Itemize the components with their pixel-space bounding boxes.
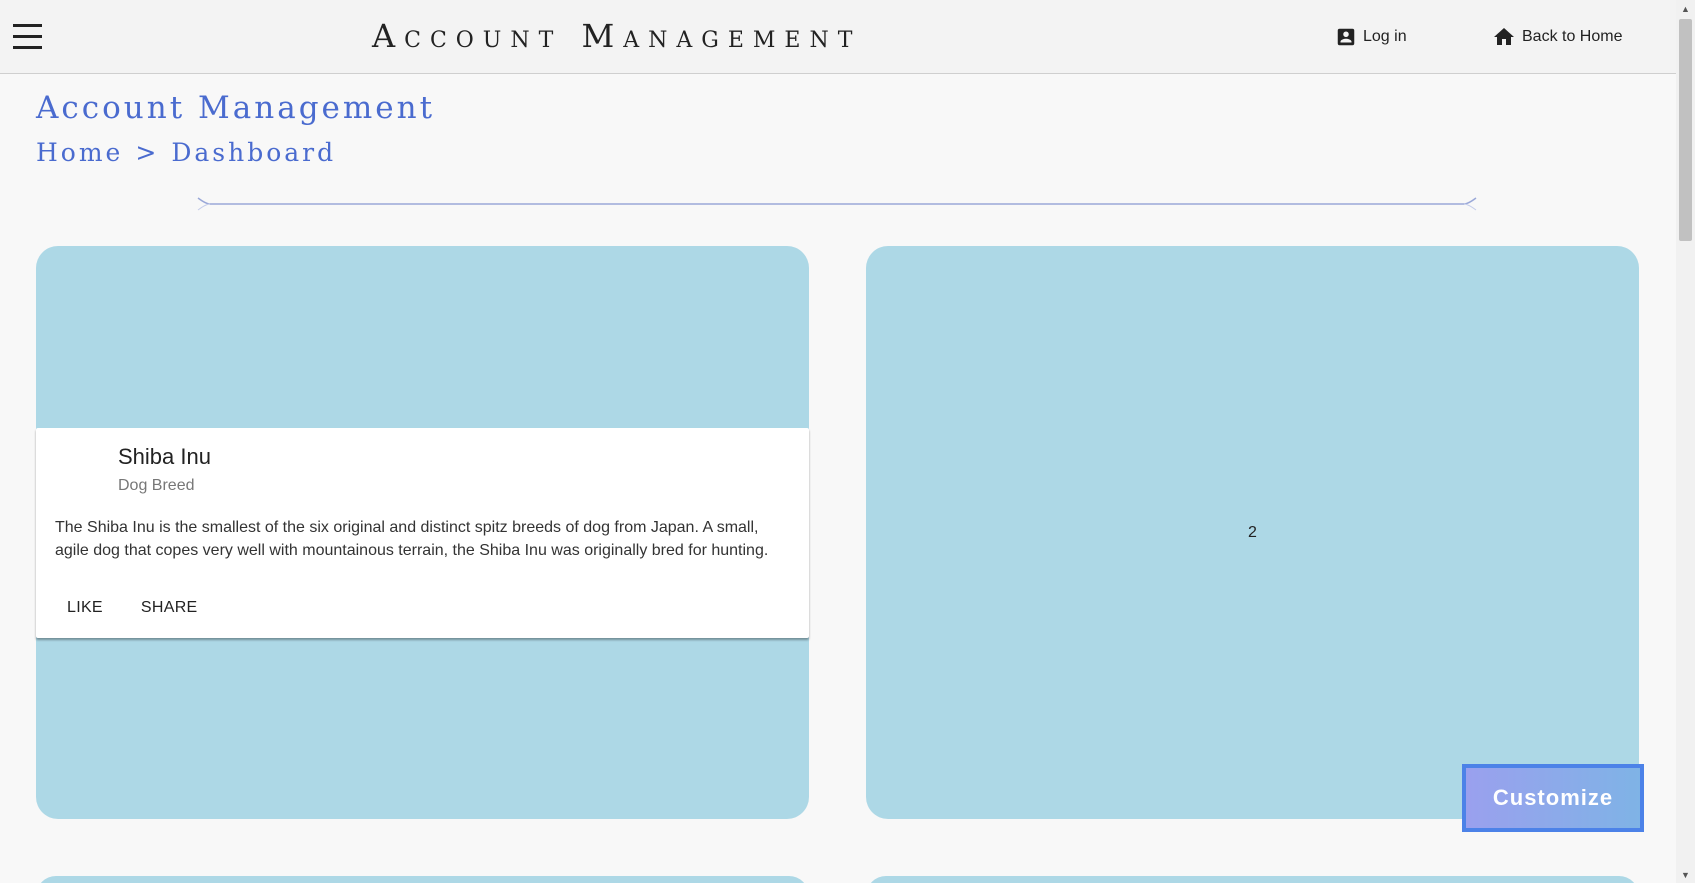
back-to-home-button[interactable]: Back to Home [1492,22,1622,52]
vertical-scrollbar[interactable]: ▲ ▼ [1676,0,1695,883]
card-actions: LIKE SHARE [55,591,210,625]
page-title: Account Management [36,90,436,126]
top-app-bar: Account Management Log in Back to Home [0,0,1676,74]
card-description: The Shiba Inu is the smallest of the six… [55,519,769,559]
scroll-up-arrow-icon[interactable]: ▲ [1676,0,1695,17]
breadcrumb: Home > Dashboard [36,138,336,167]
back-to-home-label: Back to Home [1522,28,1623,45]
hamburger-menu-icon[interactable] [13,23,42,50]
card-title: Shiba Inu [118,444,211,469]
dashboard-tile-3 [36,876,809,883]
customize-button[interactable]: Customize [1462,764,1644,832]
account-box-icon [1337,28,1355,46]
shiba-inu-card: Shiba Inu Dog Breed The Shiba Inu is the… [36,428,809,638]
breadcrumb-dashboard[interactable]: Dashboard [171,138,336,167]
app-title: Account Management [372,17,862,55]
scrollbar-thumb[interactable] [1679,19,1692,241]
scroll-down-arrow-icon[interactable]: ▼ [1676,866,1695,883]
dashboard-tile-4 [866,876,1639,883]
home-icon [1494,28,1514,45]
breadcrumb-home[interactable]: Home [36,138,123,167]
section-divider [197,197,1477,211]
tile-number: 2 [1248,523,1257,541]
login-label: Log in [1363,28,1407,45]
card-subtitle: Dog Breed [118,477,195,494]
dashboard-tile-2: 2 [866,246,1639,819]
login-button[interactable]: Log in [1335,22,1407,52]
share-button[interactable]: SHARE [129,591,210,625]
breadcrumb-separator: > [135,138,160,167]
like-button[interactable]: LIKE [55,591,115,625]
